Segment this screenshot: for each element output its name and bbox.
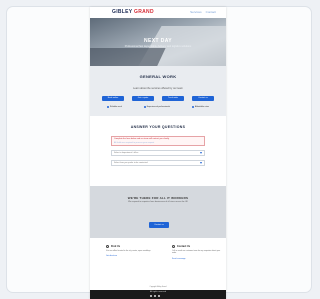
feature-item: Affordable rates (191, 106, 209, 108)
contact-us-button[interactable]: Contact us (192, 96, 214, 101)
find-us-text: Visit our office located in the city cen… (106, 250, 151, 252)
feature-list: Reliable work Experienced professionals … (96, 106, 220, 108)
footer-text: All rights reserved (149, 291, 166, 293)
webpage-preview: GIBLEY GRAND Services Contact NEXT DAY P… (90, 7, 226, 299)
footer: All rights reserved (90, 290, 226, 299)
contact-us-column: Contact Us Call or email our customer te… (172, 245, 224, 260)
book-online-button[interactable]: Book online (102, 96, 124, 101)
contact-band: WE'RE THERE FOR ALL IT WORKERS We respon… (90, 186, 226, 238)
bullet-icon (191, 106, 194, 108)
facebook-icon[interactable] (150, 295, 152, 297)
contact-us-title: Contact Us (177, 245, 191, 248)
nav-link-contact[interactable]: Contact (206, 10, 216, 14)
services-description: Learn about the services offered by our … (133, 87, 183, 90)
services-section: GENERAL WORK Learn about the services of… (90, 66, 226, 116)
hero-banner: NEXT DAY Professional fast dependable de… (90, 18, 226, 66)
chevron-down-icon (200, 152, 202, 154)
find-us-column: Find Us Visit our office located in the … (106, 245, 158, 257)
inquiry-form: ANSWER YOUR QUESTIONS Complete the form … (90, 116, 226, 186)
feature-item: Reliable work (106, 106, 122, 108)
hero-image-shadow (90, 48, 166, 66)
phone-icon (172, 245, 175, 248)
location-pin-icon (106, 245, 109, 248)
form-title: ANSWER YOUR QUESTIONS (130, 125, 186, 129)
social-icons (150, 295, 160, 297)
message-link[interactable]: Send a message (172, 258, 224, 260)
contact-method-select[interactable]: Select how you prefer to be contacted (111, 160, 205, 166)
hero-subtitle: Professional fast dependable delivery an… (124, 45, 192, 48)
contact-us-text: Call or email our customer team for any … (172, 250, 221, 255)
top-nav: GIBLEY GRAND Services Contact (90, 7, 226, 18)
find-us-title: Find Us (111, 245, 121, 248)
nav-link-services[interactable]: Services (190, 10, 202, 14)
get-quote-button[interactable]: Get a quote (132, 96, 154, 101)
contact-band-button[interactable]: Contact us (149, 222, 169, 228)
brand-logo[interactable]: GIBLEY GRAND (112, 9, 154, 15)
hero-title: NEXT DAY (143, 38, 173, 44)
services-title: GENERAL WORK (139, 74, 177, 79)
department-select[interactable]: Select a department / office (111, 150, 205, 156)
contact-title: WE'RE THERE FOR ALL IT WORKERS (127, 196, 189, 200)
track-order-button[interactable]: Track order (162, 96, 184, 101)
directions-link[interactable]: Get directions (106, 255, 158, 257)
form-notice: Complete the form below and our team wil… (111, 136, 205, 146)
nav-links: Services Contact (190, 10, 216, 14)
copyright-text: Copyright Gibley Grand (149, 287, 167, 288)
feature-item: Experienced professionals (143, 106, 170, 108)
services-buttons: Book online Get a quote Track order Cont… (102, 96, 214, 101)
contact-subtitle: We respond to enquiries from businesses … (128, 201, 188, 203)
chevron-down-icon (200, 162, 202, 164)
bullet-icon (143, 106, 146, 108)
twitter-icon[interactable] (154, 295, 156, 297)
bullet-icon (106, 106, 109, 108)
instagram-icon[interactable] (158, 295, 160, 297)
info-section: Find Us Visit our office located in the … (90, 238, 226, 290)
